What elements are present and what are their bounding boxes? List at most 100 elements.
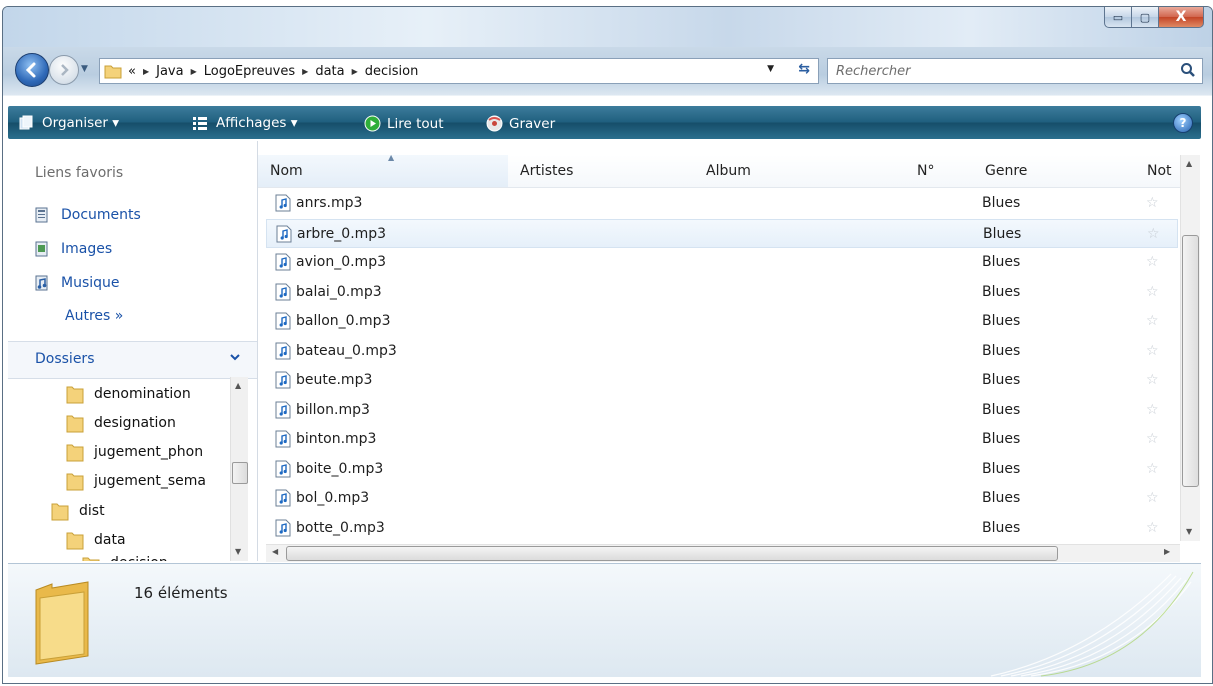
column-header-note[interactable]: Not <box>1135 155 1181 188</box>
favorite-images[interactable]: Images <box>35 241 112 257</box>
help-button[interactable]: ? <box>1173 113 1193 133</box>
tree-folder-denomination[interactable]: denomination <box>66 384 224 404</box>
folders-header[interactable]: Dossiers <box>8 341 257 379</box>
history-dropdown-icon[interactable]: ▼ <box>81 64 88 74</box>
breadcrumb-prefix[interactable]: « <box>128 64 136 79</box>
breadcrumb-decision[interactable]: decision <box>365 64 419 79</box>
file-row[interactable]: billon.mp3 Blues ☆ <box>266 396 1178 425</box>
rating-star-icon[interactable]: ☆ <box>1146 372 1159 388</box>
views-icon <box>193 117 207 130</box>
breadcrumb-separator-icon[interactable]: ▶ <box>191 67 197 76</box>
folder-icon <box>66 386 84 404</box>
lire-tout-button[interactable]: Lire tout <box>364 115 444 132</box>
column-header-numero[interactable]: N° <box>905 155 974 188</box>
scroll-down-icon[interactable]: ▼ <box>235 547 241 556</box>
play-icon <box>364 115 381 132</box>
scrollbar-thumb[interactable] <box>232 462 248 484</box>
file-row[interactable]: avion_0.mp3 Blues ☆ <box>266 248 1178 277</box>
favorite-music[interactable]: Musique <box>35 275 120 291</box>
column-header-artistes[interactable]: Artistes <box>508 155 695 188</box>
lire-tout-label: Lire tout <box>387 115 444 132</box>
column-header-album[interactable]: Album <box>694 155 906 188</box>
search-box[interactable] <box>827 58 1203 84</box>
breadcrumb-java[interactable]: Java <box>156 64 183 79</box>
rating-star-icon[interactable]: ☆ <box>1147 226 1160 242</box>
file-row[interactable]: arbre_0.mp3 Blues ☆ <box>266 218 1178 248</box>
rating-star-icon[interactable]: ☆ <box>1146 431 1159 447</box>
file-row[interactable]: boite_0.mp3 Blues ☆ <box>266 455 1178 484</box>
graver-button[interactable]: Graver <box>486 115 555 132</box>
forward-button[interactable] <box>49 55 79 85</box>
details-pane: 16 éléments <box>8 563 1201 677</box>
organise-icon <box>19 115 33 130</box>
file-row[interactable]: bateau_0.mp3 Blues ☆ <box>266 337 1178 366</box>
favorite-documents[interactable]: Documents <box>35 207 141 223</box>
breadcrumb-logoepreuves[interactable]: LogoEpreuves <box>204 64 295 79</box>
rating-star-icon[interactable]: ☆ <box>1146 313 1159 329</box>
minimize-button[interactable]: ▭ <box>1104 7 1132 28</box>
rating-star-icon[interactable]: ☆ <box>1146 402 1159 418</box>
file-list-vertical-scrollbar[interactable]: ▲ ▼ <box>1180 155 1200 541</box>
scrollbar-thumb[interactable] <box>286 546 1058 561</box>
file-row[interactable]: ballon_0.mp3 Blues ☆ <box>266 307 1178 336</box>
search-input[interactable] <box>834 62 1158 80</box>
folder-icon <box>66 473 84 491</box>
rating-star-icon[interactable]: ☆ <box>1146 490 1159 506</box>
rating-star-icon[interactable]: ☆ <box>1146 461 1159 477</box>
breadcrumb-separator-icon[interactable]: ▶ <box>352 67 358 76</box>
file-row[interactable]: anrs.mp3 Blues ☆ <box>266 189 1178 218</box>
tree-label: denomination <box>94 386 191 402</box>
scroll-down-icon[interactable]: ▼ <box>1186 527 1192 536</box>
address-bar[interactable]: « ▶ Java ▶ LogoEpreuves ▶ data ▶ decisio… <box>99 58 819 84</box>
search-icon[interactable] <box>1180 62 1196 78</box>
back-button[interactable] <box>15 53 49 87</box>
maximize-button[interactable]: ▢ <box>1132 7 1159 28</box>
file-list-horizontal-scrollbar[interactable]: ◀ ▶ <box>266 544 1180 562</box>
more-favorites-link[interactable]: Autres » <box>65 308 123 324</box>
column-label: Album <box>706 163 751 179</box>
tree-label: designation <box>94 415 176 431</box>
scroll-up-icon[interactable]: ▲ <box>1186 159 1192 168</box>
rating-star-icon[interactable]: ☆ <box>1146 520 1159 536</box>
rating-star-icon[interactable]: ☆ <box>1146 343 1159 359</box>
column-label: Not <box>1147 163 1172 179</box>
folders-scrollbar[interactable]: ▲ ▼ <box>230 377 248 561</box>
file-row[interactable]: balai_0.mp3 Blues ☆ <box>266 278 1178 307</box>
scroll-left-icon[interactable]: ◀ <box>272 547 278 556</box>
chevron-down-icon[interactable] <box>230 352 240 362</box>
affichages-button[interactable]: Affichages ▾ <box>192 115 298 131</box>
tree-folder-data[interactable]: data <box>66 530 224 550</box>
file-genre: Blues <box>982 372 1021 388</box>
tree-folder-dist[interactable]: dist <box>51 501 224 521</box>
rating-star-icon[interactable]: ☆ <box>1146 284 1159 300</box>
scroll-up-icon[interactable]: ▲ <box>235 381 241 390</box>
folder-icon <box>66 415 84 433</box>
file-row[interactable]: beute.mp3 Blues ☆ <box>266 366 1178 395</box>
affichages-label: Affichages ▾ <box>216 115 298 131</box>
breadcrumb-data[interactable]: data <box>315 64 344 79</box>
file-row[interactable]: bol_0.mp3 Blues ☆ <box>266 484 1178 513</box>
tree-folder-designation[interactable]: designation <box>66 413 224 433</box>
file-row[interactable]: binton.mp3 Blues ☆ <box>266 425 1178 454</box>
tree-folder-jugement-sema[interactable]: jugement_sema <box>66 471 224 491</box>
file-list-pane: Nom ▲ Artistes Album N° Genre Not anrs.m… <box>258 141 1201 562</box>
address-dropdown-icon[interactable]: ▼ <box>767 64 774 74</box>
tree-label: dist <box>79 503 105 519</box>
tree-folder-decision[interactable]: decision <box>82 555 224 561</box>
refresh-icon[interactable]: ⇆ <box>798 61 810 77</box>
column-header-nom[interactable]: Nom ▲ <box>258 153 509 188</box>
tree-folder-jugement-phon[interactable]: jugement_phon <box>66 442 224 462</box>
organiser-button[interactable]: Organiser ▾ <box>18 115 119 131</box>
breadcrumb-separator-icon[interactable]: ▶ <box>143 67 149 76</box>
rating-star-icon[interactable]: ☆ <box>1146 195 1159 211</box>
scroll-right-icon[interactable]: ▶ <box>1164 547 1170 556</box>
burn-disc-icon <box>486 115 503 132</box>
file-row[interactable]: botte_0.mp3 Blues ☆ <box>266 514 1178 543</box>
rating-star-icon[interactable]: ☆ <box>1146 254 1159 270</box>
close-button[interactable]: X <box>1159 7 1204 28</box>
file-genre: Blues <box>982 519 1021 536</box>
breadcrumb-separator-icon[interactable]: ▶ <box>302 67 308 76</box>
file-genre: Blues <box>982 195 1021 211</box>
scrollbar-thumb[interactable] <box>1182 235 1199 487</box>
column-header-genre[interactable]: Genre <box>973 155 1136 188</box>
